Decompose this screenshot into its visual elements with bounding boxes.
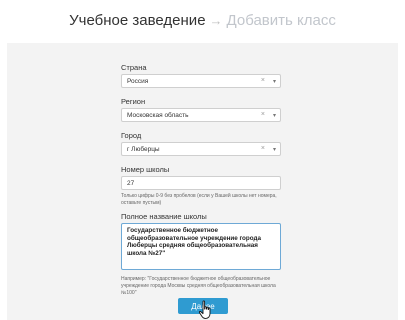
school-number-input[interactable]: 27	[121, 176, 281, 190]
breadcrumb-next-step: Добавить класс	[226, 11, 336, 29]
page-header: Учебное заведение → Добавить класс	[0, 0, 405, 40]
region-clear-icon[interactable]: ×	[261, 111, 265, 118]
region-select[interactable]: Московская область × ▾	[121, 108, 281, 122]
country-label: Страна	[121, 63, 147, 72]
school-number-value: 27	[127, 179, 135, 187]
region-label: Регион	[121, 97, 146, 106]
school-number-hint: Только цифры 0-9 без пробелов (если у Ва…	[121, 193, 277, 206]
breadcrumb-arrow-icon: →	[209, 12, 223, 28]
hand-cursor-icon	[198, 300, 211, 319]
add-class-form: Страна Россия × ▾ Регион Московская обла…	[121, 63, 281, 297]
city-chevron-down-icon[interactable]: ▾	[273, 146, 276, 153]
region-chevron-down-icon[interactable]: ▾	[273, 112, 276, 119]
full-name-label: Полное название школы	[121, 212, 207, 221]
country-select[interactable]: Россия × ▾	[121, 74, 281, 88]
page-title: Учебное заведение	[69, 11, 206, 29]
country-chevron-down-icon[interactable]: ▾	[273, 78, 276, 85]
full-name-hint: Например: "Государственное бюджетное общ…	[121, 276, 276, 296]
country-value: Россия	[127, 77, 149, 85]
region-value: Московская область	[127, 111, 189, 119]
country-clear-icon[interactable]: ×	[261, 77, 265, 84]
city-select[interactable]: г Люберцы × ▾	[121, 142, 281, 156]
school-number-label: Номер школы	[121, 165, 170, 174]
city-value: г Люберцы	[127, 145, 160, 153]
city-label: Город	[121, 131, 142, 140]
city-clear-icon[interactable]: ×	[261, 145, 265, 152]
full-name-textarea[interactable]: Государственное бюджетное общеобразовате…	[121, 223, 281, 270]
